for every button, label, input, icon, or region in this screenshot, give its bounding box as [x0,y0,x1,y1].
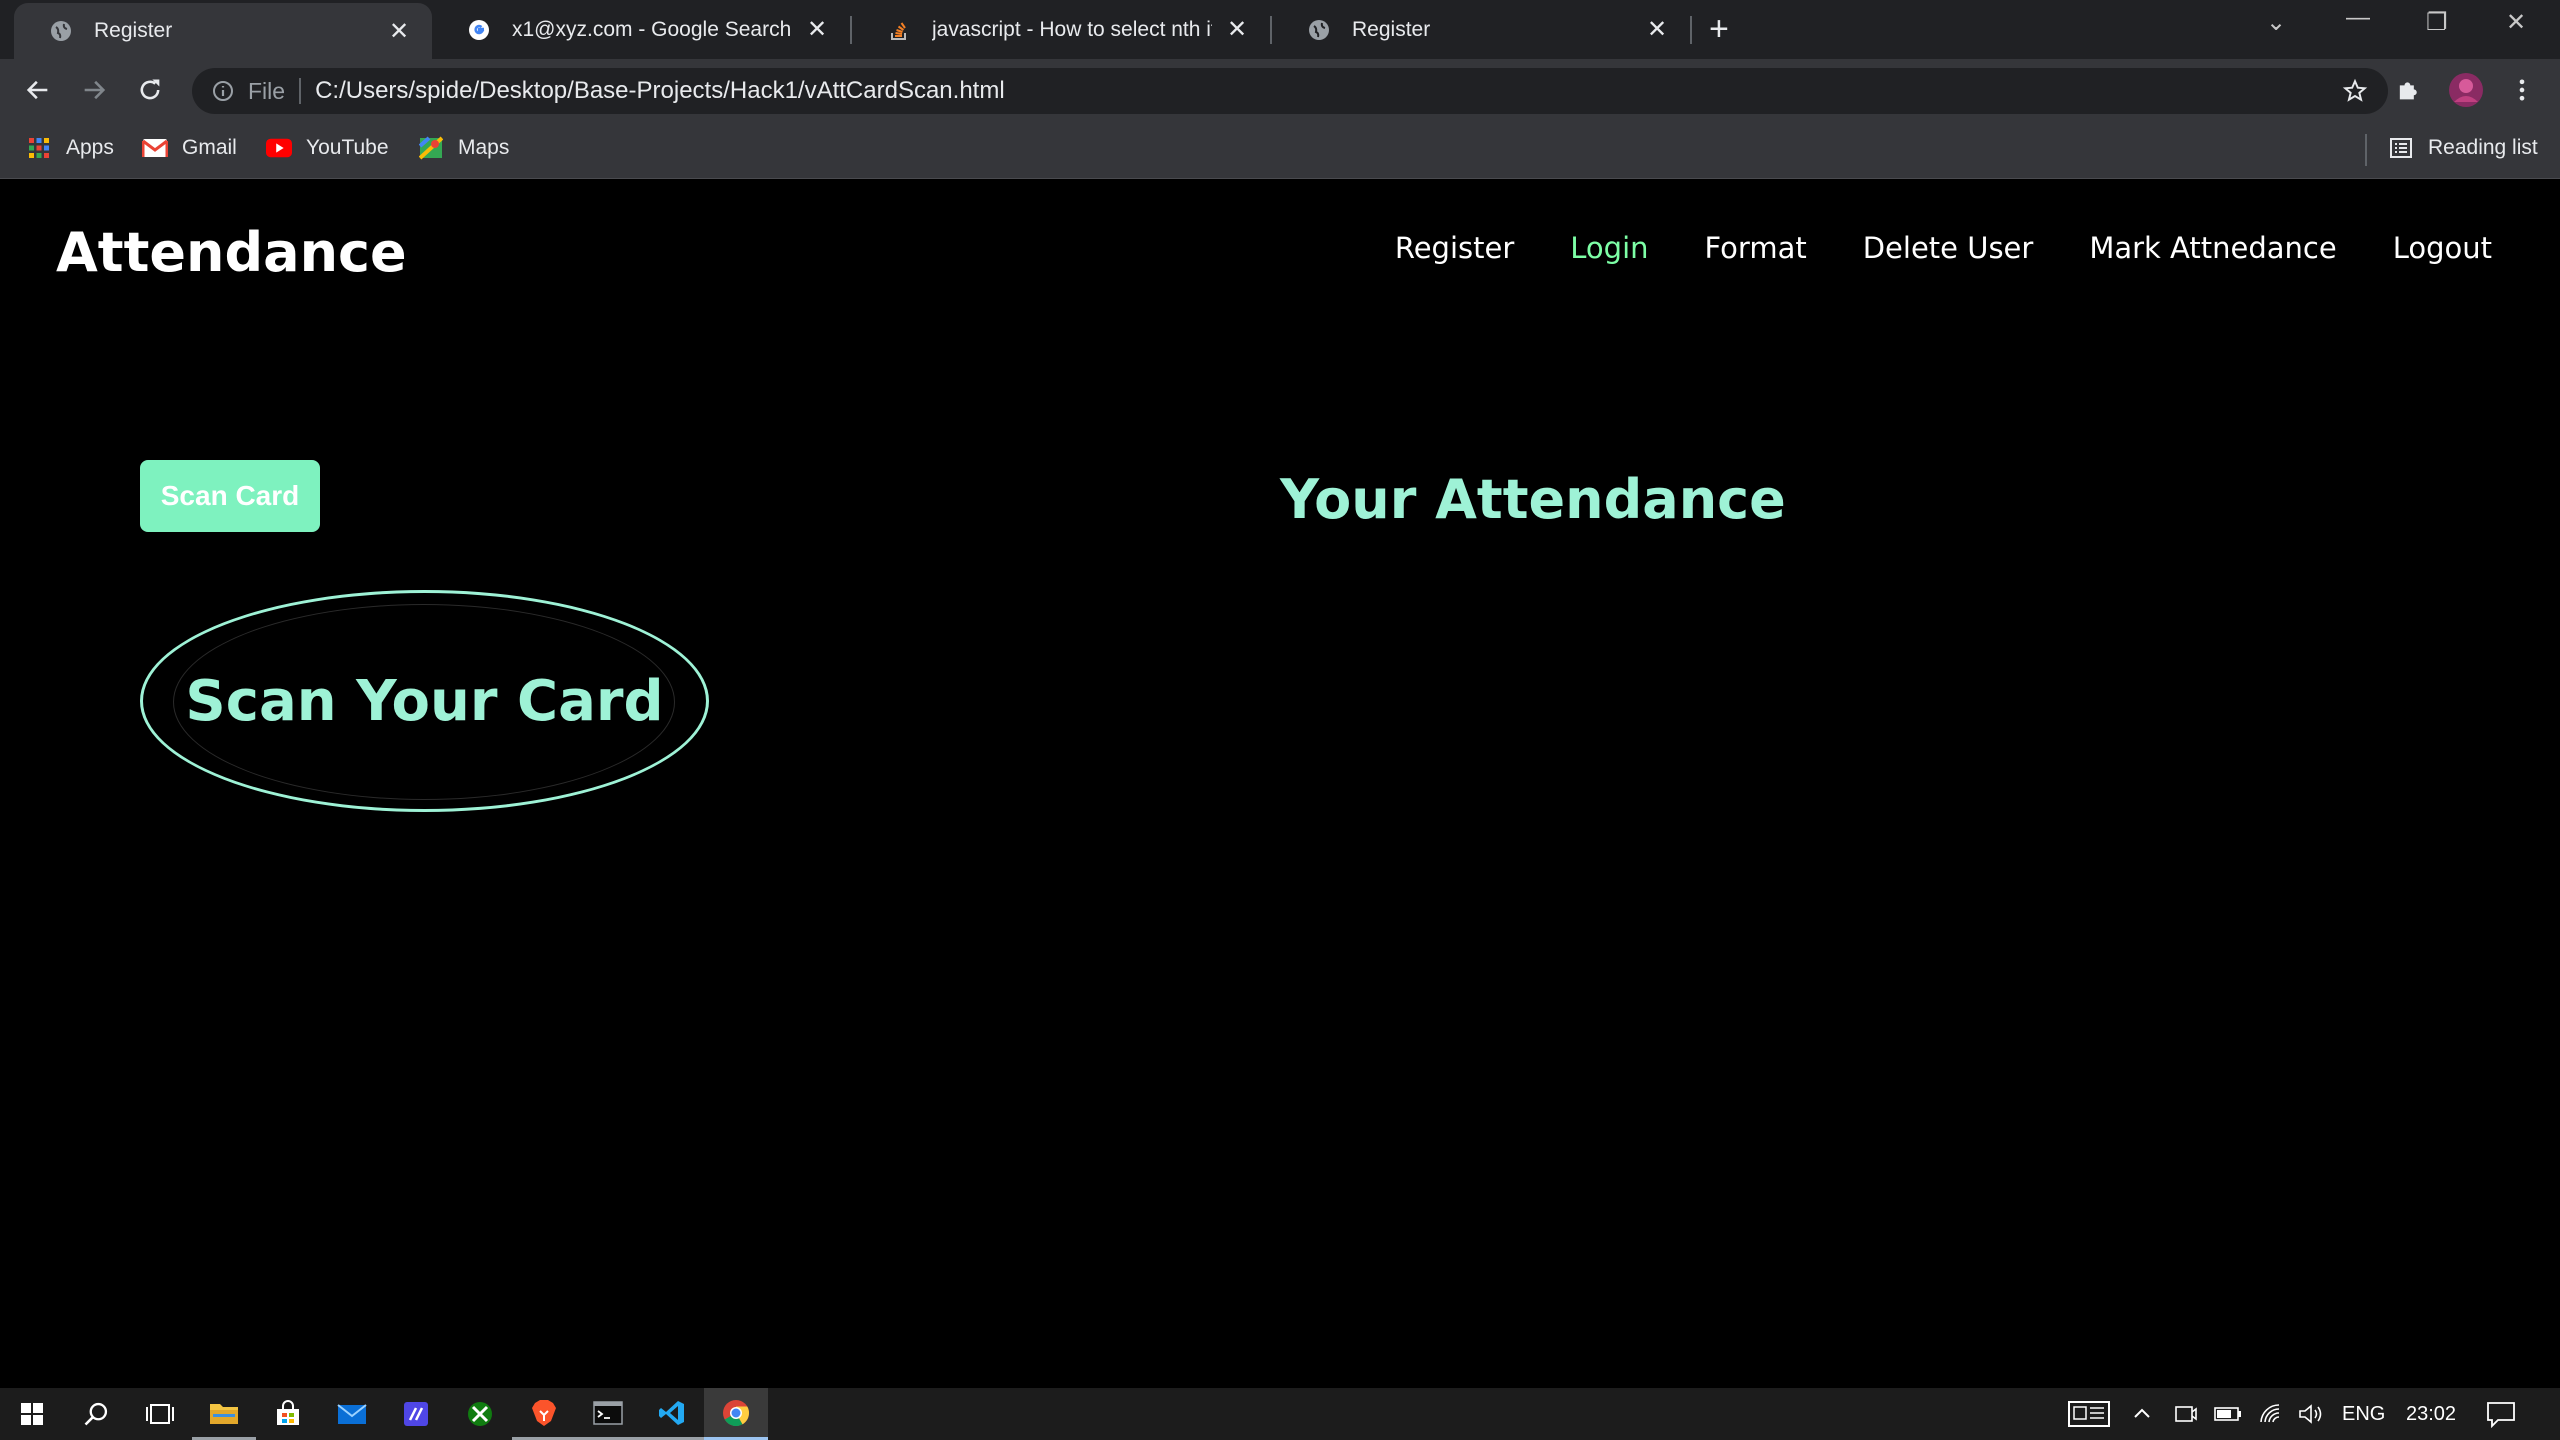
maps-icon [418,135,444,161]
tab-title: javascript - How to select nth iter [932,17,1212,41]
close-tab-icon[interactable]: ✕ [802,15,832,44]
volume-icon[interactable] [2298,1388,2326,1440]
tab-title: x1@xyz.com - Google Search [512,17,792,41]
xbox-icon[interactable] [448,1388,512,1440]
language-indicator[interactable]: ENG [2342,1388,2385,1440]
wifi-icon[interactable] [2258,1388,2284,1440]
scheme-label: File [248,77,286,104]
scan-prompt: Scan Your Card [185,668,664,734]
app-icon[interactable] [384,1388,448,1440]
show-hidden-icons-chevron-icon[interactable] [2132,1388,2152,1440]
windows-taskbar: ENG 23:02 [0,1388,2560,1440]
close-tab-icon[interactable]: ✕ [1222,15,1252,44]
chrome-icon[interactable] [704,1388,768,1440]
brave-icon[interactable] [512,1388,576,1440]
mail-icon[interactable] [320,1388,384,1440]
url-text[interactable]: C:/Users/spide/Desktop/Base-Projects/Hac… [315,77,1005,105]
tab-stackoverflow[interactable]: javascript - How to select nth iter ✕ [852,0,1270,59]
globe-icon [48,18,74,44]
minimize-icon[interactable]: — [2346,4,2370,32]
reading-list-button[interactable]: Reading list [2388,135,2538,161]
info-icon[interactable] [210,78,236,104]
brand-logo-text[interactable]: Attendance [56,221,407,284]
address-bar[interactable]: File C:/Users/spide/Desktop/Base-Project… [192,68,2388,114]
reload-icon[interactable] [130,70,170,110]
task-view-icon[interactable] [128,1388,192,1440]
gmail-icon [142,135,168,161]
globe-icon [1306,17,1332,43]
new-tab-plus-icon[interactable]: + [1709,12,1729,46]
forward-arrow-icon[interactable] [74,70,114,110]
close-window-icon[interactable]: ✕ [2506,8,2526,37]
profile-avatar[interactable] [2446,70,2486,110]
stackoverflow-icon [886,17,912,43]
close-tab-icon[interactable]: ✕ [384,17,414,46]
attendance-heading: Your Attendance [1280,468,1786,531]
clock[interactable]: 23:02 [2406,1388,2456,1440]
news-widget-icon[interactable] [2068,1388,2110,1440]
google-icon [466,17,492,43]
bookmark-label: Maps [458,136,510,159]
notification-center-icon[interactable] [2486,1388,2516,1440]
scan-card-button[interactable]: Scan Card [140,460,320,532]
youtube-icon [266,135,292,161]
bookmark-label: YouTube [306,136,389,159]
page-content: Attendance Register Login Format Delete … [0,179,2560,1388]
main-nav: Register Login Format Delete User Mark A… [1339,231,2492,265]
nav-delete-user[interactable]: Delete User [1863,231,2034,265]
bookmark-label: Gmail [182,136,237,159]
battery-icon[interactable] [2214,1388,2242,1440]
bookmarks-bar: Apps Gmail YouTube Maps Reading list [0,121,2560,179]
bookmark-apps[interactable]: Apps [26,135,114,161]
close-tab-icon[interactable]: ✕ [1642,15,1672,44]
reading-list-label: Reading list [2428,136,2538,159]
browser-tab-strip: Register ✕ x1@xyz.com - Google Search ✕ … [0,0,2560,59]
extensions-puzzle-icon[interactable] [2388,70,2428,110]
store-icon[interactable] [256,1388,320,1440]
tab-separator [1690,16,1692,44]
nav-logout[interactable]: Logout [2393,231,2492,265]
vscode-icon[interactable] [640,1388,704,1440]
nav-format[interactable]: Format [1705,231,1807,265]
apps-grid-icon [26,135,52,161]
bookmark-gmail[interactable]: Gmail [142,135,237,161]
more-vertical-icon[interactable] [2502,70,2542,110]
tab-google-search[interactable]: x1@xyz.com - Google Search ✕ [432,0,850,59]
tab-search-chevron-icon[interactable]: ⌄ [2266,8,2286,37]
bookmark-maps[interactable]: Maps [418,135,509,161]
tab-register[interactable]: Register ✕ [1272,0,1690,59]
nav-mark-attendance[interactable]: Mark Attnedance [2089,231,2336,265]
nav-login[interactable]: Login [1570,231,1648,265]
windows-start-icon[interactable] [0,1388,64,1440]
bookmark-star-icon[interactable] [2342,78,2368,109]
bookmark-label: Apps [66,136,114,159]
nav-register[interactable]: Register [1395,231,1514,265]
tab-title: Register [1352,17,1431,41]
scheme-divider [299,78,302,104]
bookmarks-separator [2365,134,2367,166]
tab-register-active[interactable]: Register ✕ [14,3,432,59]
browser-toolbar: File C:/Users/spide/Desktop/Base-Project… [0,59,2560,121]
search-icon[interactable] [64,1388,128,1440]
tab-title: Register [94,19,173,42]
bookmark-youtube[interactable]: YouTube [266,135,389,161]
terminal-icon[interactable] [576,1388,640,1440]
restore-icon[interactable]: ❐ [2426,8,2448,37]
reading-list-icon [2388,135,2414,161]
file-explorer-icon[interactable] [192,1388,256,1440]
camera-icon[interactable] [2174,1388,2198,1440]
back-arrow-icon[interactable] [18,70,58,110]
